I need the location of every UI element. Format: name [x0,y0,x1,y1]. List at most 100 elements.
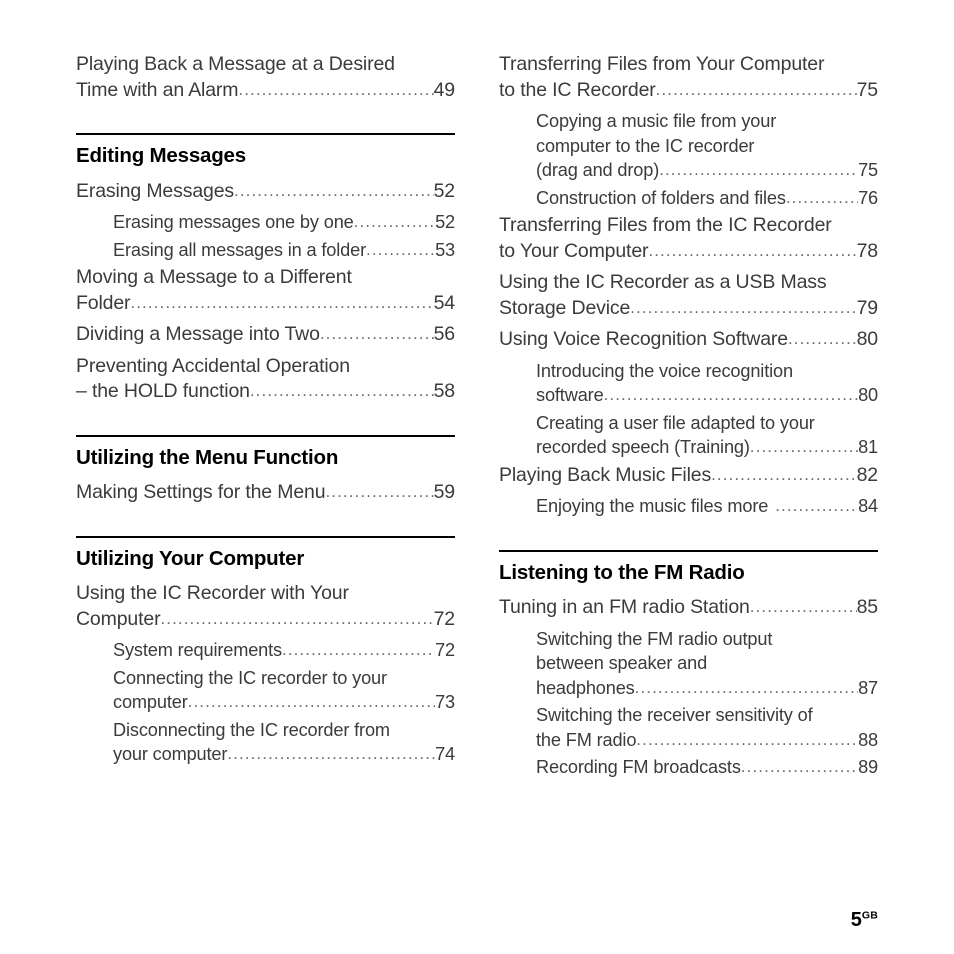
toc-page-number: 81 [858,437,878,457]
toc-leader-row: Making Settings for the Menu............… [76,480,455,506]
section-heading[interactable]: Editing Messages [76,144,455,168]
toc-entry[interactable]: Using the IC Recorder with Your Computer.… [76,581,455,632]
toc-page-number: 85 [856,596,879,619]
dot-leader: ........................................… [630,297,856,317]
toc-page-number: 72 [435,640,455,661]
toc-entry[interactable]: Introducing the voice recognition softwar… [499,359,878,409]
toc-entry[interactable]: Connecting the IC recorder to your comput… [76,666,455,716]
toc-entry[interactable]: Transferring Files from Your Computer to … [499,52,878,103]
dot-leader: ........................................… [281,640,435,660]
toc-entry[interactable]: Making Settings for the Menu............… [76,480,455,506]
toc-entry[interactable]: Tuning in an FM radio Station...........… [499,595,878,621]
dot-leader: ........................................… [187,692,436,712]
toc-entry-line: Switching the FM radio output [536,628,773,649]
dot-leader: ........................................… [749,597,857,617]
toc-entry-label: – the HOLD function [76,380,250,403]
toc-entry-label: Using Voice Recognition Software [499,328,788,350]
toc-page-number: 58 [433,380,456,403]
toc-entry[interactable]: System requirements.....................… [76,638,455,664]
toc-leader-row: Tuning in an FM radio Station...........… [499,595,878,621]
toc-page-number: 80 [856,328,879,350]
toc-leader-row: recorded speech (Training)..............… [536,435,878,461]
toc-leader-row: the FM radio............................… [536,728,878,754]
toc-page-number: 53 [435,239,455,260]
toc-entry[interactable]: Using Voice Recognition Software........… [499,327,878,353]
dot-leader: ........................................… [740,757,858,777]
dot-leader: ........................................… [785,187,858,207]
toc-leader-row: System requirements.....................… [113,638,455,664]
toc-leader-row: to the IC Recorder......................… [499,78,878,104]
toc-entry-line: Moving a Message to a Different [76,266,352,289]
section-heading[interactable]: Listening to the FM Radio [499,561,878,585]
toc-leader-row: Using Voice Recognition Software........… [499,327,878,353]
toc-leader-row: headphones..............................… [536,676,878,702]
toc-entry-label: computer [113,692,188,713]
toc-entry-label: Playing Back Music Files [499,463,712,486]
toc-entry-label: Tuning in an FM radio Station [499,596,750,619]
toc-entry[interactable]: Switching the receiver sensitivity of the… [499,703,878,753]
toc-page-number: 82 [856,463,879,486]
toc-entry[interactable]: Disconnecting the IC recorder from your c… [76,718,455,768]
toc-entry[interactable]: Copying a music file from your computer t… [499,109,878,184]
section-divider-rule [76,133,455,135]
toc-leader-row: Time with an Alarm......................… [76,78,455,104]
toc-entry[interactable]: Using the IC Recorder as a USB Mass Stora… [499,270,878,321]
toc-leader-row: Folder..................................… [76,291,455,317]
dot-leader: ........................................… [775,496,858,515]
toc-page-number: 75 [856,78,879,101]
toc-entry[interactable]: Erasing Messages........................… [76,179,455,205]
toc-page-number: 84 [858,496,878,516]
toc-columns: Playing Back a Message at a Desired Time … [76,52,878,783]
toc-entry[interactable]: Transferring Files from the IC Recorder t… [499,213,878,264]
toc-leader-row: Enjoying the music files more...........… [536,494,878,520]
toc-entry-label: Making Settings for the Menu [76,481,326,504]
toc-entry-label: headphones [536,677,635,698]
toc-entry-line: Using the IC Recorder as a USB Mass [499,271,827,293]
toc-entry[interactable]: Enjoying the music files more...........… [499,494,878,520]
folio-number: 5 [850,909,862,931]
toc-entry[interactable]: Erasing messages one by one.............… [76,210,455,236]
section-divider-rule [76,535,455,538]
toc-entry-label: System requirements [113,640,282,661]
section-heading[interactable]: Utilizing the Menu Function [76,446,455,470]
toc-entry[interactable]: Moving a Message to a Different Folder...… [76,265,455,316]
dot-leader: ........................................… [353,212,436,232]
dot-leader: ........................................… [366,239,436,259]
toc-entry[interactable]: Recording FM broadcasts.................… [499,755,878,781]
toc-entry-label: to the IC Recorder [499,78,656,101]
toc-entry[interactable]: Construction of folders and files.......… [499,186,878,212]
toc-entry[interactable]: Dividing a Message into Two.............… [76,322,455,348]
toc-page-number: 73 [435,692,455,713]
toc-leader-row: Erasing Messages........................… [76,179,455,205]
toc-page-number: 88 [858,729,878,750]
dot-leader: ........................................… [249,381,434,401]
toc-entry-line: Using the IC Recorder with Your [76,582,349,605]
toc-page-number: 52 [435,212,455,233]
toc-entry-line: computer to the IC recorder [536,135,755,156]
toc-entry-label: Construction of folders and files [536,187,786,208]
toc-page: Playing Back a Message at a Desired Time … [0,0,954,954]
toc-entry-line: between speaker and [536,653,708,674]
toc-entry-line: Preventing Accidental Operation [76,354,350,377]
toc-page-number: 79 [856,296,879,319]
toc-entry-label: (drag and drop) [536,160,660,180]
section-heading[interactable]: Utilizing Your Computer [76,547,455,571]
toc-leader-row: your computer...........................… [113,742,455,768]
toc-entry[interactable]: Creating a user file adapted to your reco… [499,411,878,461]
toc-entry-line: Introducing the voice recognition [536,360,793,381]
toc-leader-row: Playing Back Music Files................… [499,463,878,489]
toc-entry-label: Dividing a Message into Two [76,323,320,346]
toc-entry-label: Computer [76,607,161,630]
toc-leader-row: (drag and drop).........................… [536,158,878,184]
toc-entry-label: Storage Device [499,296,631,319]
toc-entry[interactable]: Playing Back Music Files................… [499,463,878,489]
toc-entry[interactable]: Preventing Accidental Operation – the HOL… [76,354,455,405]
dot-leader: ........................................… [648,240,856,260]
toc-entry[interactable]: Playing Back a Message at a Desired Time … [76,52,455,103]
toc-leader-row: software................................… [536,383,878,409]
dot-leader: ........................................… [749,437,858,456]
toc-entry[interactable]: Erasing all messages in a folder........… [76,238,455,264]
toc-entry[interactable]: Switching the FM radio output between spe… [499,627,878,702]
toc-entry-label: Erasing messages one by one [113,212,354,233]
toc-leader-row: to Your Computer........................… [499,239,878,265]
